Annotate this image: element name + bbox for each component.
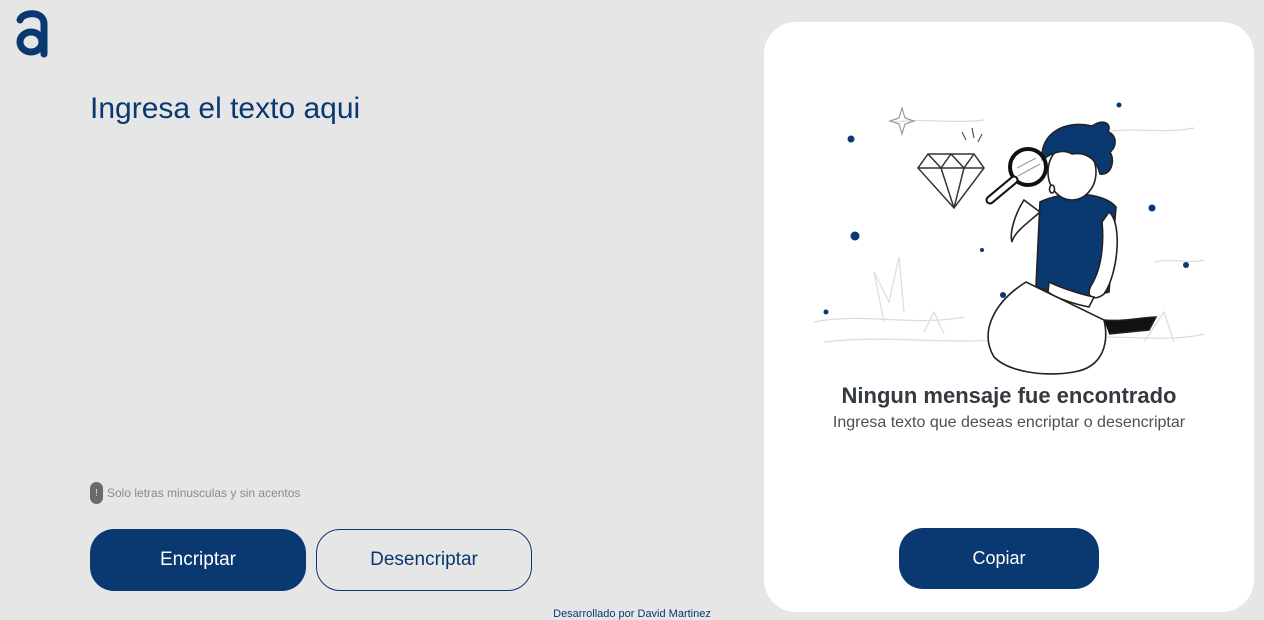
empty-state-title: Ningun mensaje fue encontrado bbox=[841, 383, 1177, 408]
encrypt-button[interactable]: Encriptar bbox=[90, 529, 306, 591]
output-panel: Ningun mensaje fue encontrado Ingresa te… bbox=[764, 22, 1254, 612]
person-with-magnifier-illustration bbox=[813, 102, 1205, 375]
exclamation-icon: ! bbox=[90, 482, 103, 504]
empty-state-subtitle: Ingresa texto que deseas encriptar o des… bbox=[832, 414, 1186, 431]
copy-button[interactable]: Copiar bbox=[899, 528, 1099, 589]
decrypt-button[interactable]: Desencriptar bbox=[316, 529, 532, 591]
footer-credit: Desarrollado por David Martinez bbox=[553, 608, 711, 620]
input-hint: ! Solo letras minusculas y sin acentos bbox=[90, 482, 300, 504]
text-input[interactable] bbox=[90, 92, 710, 462]
hint-text: Solo letras minusculas y sin acentos bbox=[107, 486, 301, 500]
logo-icon bbox=[16, 10, 48, 58]
